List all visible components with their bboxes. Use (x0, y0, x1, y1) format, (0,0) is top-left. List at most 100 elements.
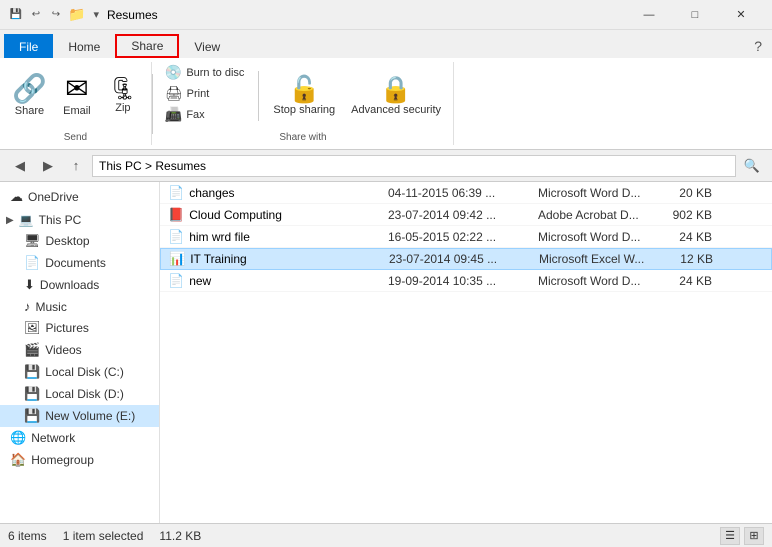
file-icon-him: 📄 (168, 229, 184, 245)
sidebar-item-downloads[interactable]: ⬇ Downloads (0, 274, 159, 296)
sidebar-item-pictures[interactable]: 🖼 Pictures (0, 317, 159, 339)
file-row-him[interactable]: 📄 him wrd file 16-05-2015 02:22 ... Micr… (160, 226, 772, 248)
sidebar-label-desktop: Desktop (46, 234, 90, 248)
file-icon-changes: 📄 (168, 185, 184, 201)
burn-to-disc-button[interactable]: 💿 Burn to disc (159, 62, 251, 83)
dropdown-arrow-icon[interactable]: ▾ (93, 8, 99, 21)
sidebar-item-local-c[interactable]: 💾 Local Disk (C:) (0, 361, 159, 383)
file-size-him: 24 KB (660, 230, 720, 244)
file-row-changes[interactable]: 📄 changes 04-11-2015 06:39 ... Microsoft… (160, 182, 772, 204)
title-bar: 💾 ↩ ↪ 📁 ▾ Resumes — □ ✕ (0, 0, 772, 30)
sidebar-item-new-vol-e[interactable]: 💾 New Volume (E:) (0, 405, 159, 427)
tab-view[interactable]: View (179, 34, 235, 58)
main-area: ☁ OneDrive ▶ 💻 This PC 🖥 Desktop 📄 Docum… (0, 182, 772, 523)
up-button[interactable]: ↑ (64, 154, 88, 178)
share-with-small-buttons: 💿 Burn to disc 🖨 Print 📠 Fax (159, 62, 251, 125)
fax-icon: 📠 (165, 106, 182, 123)
sidebar-item-documents[interactable]: 📄 Documents (0, 252, 159, 274)
disk-c-icon: 💾 (24, 364, 40, 380)
window-controls: — □ ✕ (626, 0, 764, 30)
help-button[interactable]: ? (744, 34, 772, 58)
disk-d-icon: 💾 (24, 386, 40, 402)
sidebar-item-this-pc[interactable]: ▶ 💻 This PC (0, 210, 159, 230)
network-icon: 🌐 (10, 430, 26, 446)
print-button[interactable]: 🖨 Print (159, 83, 251, 104)
sidebar-item-videos[interactable]: 🎬 Videos (0, 339, 159, 361)
sidebar-item-homegroup[interactable]: 🏠 Homegroup (0, 449, 159, 471)
fax-button[interactable]: 📠 Fax (159, 104, 251, 125)
tab-home[interactable]: Home (53, 34, 115, 58)
file-name-new: new (189, 274, 211, 288)
file-date-changes: 04-11-2015 06:39 ... (380, 186, 530, 200)
advanced-security-button[interactable]: 🔒 Advanced security (345, 63, 447, 129)
file-type-cloud: Adobe Acrobat D... (530, 208, 660, 222)
forward-button[interactable]: ▶ (36, 154, 60, 178)
file-type-him: Microsoft Word D... (530, 230, 660, 244)
window-title: Resumes (107, 8, 626, 22)
computer-icon: 💻 (19, 213, 34, 227)
tab-share[interactable]: Share (115, 34, 179, 58)
address-bar: ◀ ▶ ↑ This PC > Resumes 🔍 (0, 150, 772, 182)
sidebar-item-network[interactable]: 🌐 Network (0, 427, 159, 449)
sidebar-label-this-pc: This PC (39, 213, 82, 227)
send-group-label: Send (64, 132, 87, 145)
item-count: 6 items (8, 529, 47, 543)
save-icon[interactable]: 💾 (8, 7, 24, 23)
pictures-icon: 🖼 (24, 320, 41, 336)
sidebar-item-music[interactable]: ♪ Music (0, 296, 159, 317)
documents-icon: 📄 (24, 255, 40, 271)
share-button[interactable]: 🔗 Share (6, 63, 53, 129)
address-text: This PC > Resumes (99, 159, 206, 173)
file-icon-it: 📊 (169, 251, 185, 267)
ribbon-group-send: 🔗 Share ✉ Email 🗜 Zip Send (0, 62, 152, 145)
list-view-button[interactable]: ☰ (720, 527, 740, 545)
desktop-folder-icon: 🖥 (24, 233, 41, 249)
back-button[interactable]: ◀ (8, 154, 32, 178)
file-icon-cloud: 📕 (168, 207, 184, 223)
file-type-new: Microsoft Word D... (530, 274, 660, 288)
tab-file[interactable]: File (4, 34, 53, 58)
file-icon-new: 📄 (168, 273, 184, 289)
selected-size: 11.2 KB (159, 529, 201, 543)
ribbon-content: 🔗 Share ✉ Email 🗜 Zip Send 💿 Burn to dis… (0, 58, 772, 150)
sidebar-item-local-d[interactable]: 💾 Local Disk (D:) (0, 383, 159, 405)
file-type-changes: Microsoft Word D... (530, 186, 660, 200)
zip-button[interactable]: 🗜 Zip (101, 63, 145, 129)
file-list: 📄 changes 04-11-2015 06:39 ... Microsoft… (160, 182, 772, 523)
address-field[interactable]: This PC > Resumes (92, 155, 736, 177)
title-bar-nav-icons: 💾 ↩ ↪ 📁 ▾ (8, 6, 99, 23)
sidebar-label-local-d: Local Disk (D:) (45, 387, 124, 401)
detail-view-button[interactable]: ⊞ (744, 527, 764, 545)
redo-icon[interactable]: ↪ (48, 7, 64, 23)
homegroup-icon: 🏠 (10, 452, 26, 468)
sidebar-item-desktop[interactable]: 🖥 Desktop (0, 230, 159, 252)
stop-sharing-icon: 🔓 (288, 76, 320, 102)
share-with-items: 💿 Burn to disc 🖨 Print 📠 Fax 🔓 Stop shar… (159, 62, 447, 130)
close-button[interactable]: ✕ (718, 0, 764, 30)
file-date-new: 19-09-2014 10:35 ... (380, 274, 530, 288)
file-row-it-training[interactable]: 📊 IT Training 23-07-2014 09:45 ... Micro… (160, 248, 772, 270)
sidebar-item-onedrive[interactable]: ☁ OneDrive (0, 186, 159, 208)
file-row-cloud[interactable]: 📕 Cloud Computing 23-07-2014 09:42 ... A… (160, 204, 772, 226)
downloads-icon: ⬇ (24, 277, 35, 293)
zip-icon: 🗜 (109, 78, 137, 100)
expand-icon: ▶ (6, 215, 14, 226)
print-icon: 🖨 (165, 85, 183, 102)
file-name-cloud: Cloud Computing (189, 208, 282, 222)
minimize-button[interactable]: — (626, 0, 672, 30)
view-controls: ☰ ⊞ (720, 527, 764, 545)
maximize-button[interactable]: □ (672, 0, 718, 30)
advanced-security-icon: 🔒 (380, 76, 412, 102)
file-row-new[interactable]: 📄 new 19-09-2014 10:35 ... Microsoft Wor… (160, 270, 772, 292)
sidebar-label-new-vol-e: New Volume (E:) (45, 409, 135, 423)
folder-icon: 📁 (68, 6, 85, 23)
ribbon-group-share-with: 💿 Burn to disc 🖨 Print 📠 Fax 🔓 Stop shar… (153, 62, 454, 145)
email-button[interactable]: ✉ Email (55, 63, 99, 129)
stop-sharing-button[interactable]: 🔓 Stop sharing (267, 63, 341, 129)
sidebar-label-onedrive: OneDrive (28, 190, 79, 204)
undo-icon[interactable]: ↩ (28, 7, 44, 23)
sidebar-label-homegroup: Homegroup (31, 453, 94, 467)
search-button[interactable]: 🔍 (740, 154, 764, 178)
file-date-cloud: 23-07-2014 09:42 ... (380, 208, 530, 222)
inner-divider (258, 71, 259, 121)
